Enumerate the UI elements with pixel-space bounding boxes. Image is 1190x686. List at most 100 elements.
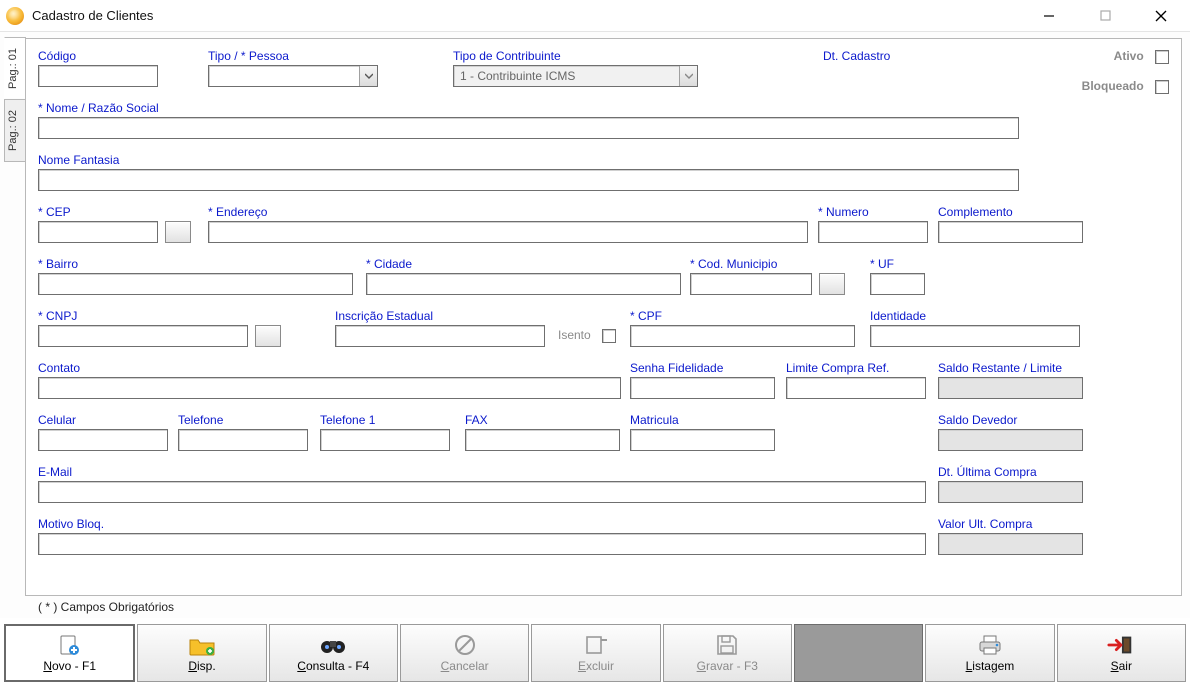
nome-fantasia-field[interactable] bbox=[38, 169, 1019, 191]
chevron-down-icon bbox=[679, 66, 697, 86]
required-fields-note: ( * ) Campos Obrigatórios bbox=[38, 600, 174, 614]
toolbar-spacer bbox=[794, 624, 923, 682]
form-panel: Código Tipo / * Pessoa Tipo de Contribui… bbox=[25, 38, 1182, 596]
cep-lookup-button[interactable] bbox=[165, 221, 191, 243]
isento-checkbox[interactable] bbox=[602, 329, 616, 343]
delete-icon bbox=[582, 633, 610, 657]
cidade-field[interactable] bbox=[366, 273, 681, 295]
tab-page-01[interactable]: Pag.: 01 bbox=[4, 37, 26, 100]
endereco-field[interactable] bbox=[208, 221, 808, 243]
isento-label: Isento bbox=[558, 328, 591, 342]
listagem-button[interactable]: Listagem Listagem bbox=[925, 624, 1054, 682]
codigo-label: Código bbox=[38, 49, 178, 63]
limite-compra-ref-field[interactable] bbox=[786, 377, 926, 399]
main-area: Pag.: 01 Pag.: 02 Código Tipo / * Pessoa… bbox=[0, 32, 1190, 618]
telefone-label: Telefone bbox=[178, 413, 308, 427]
cpf-field[interactable] bbox=[630, 325, 855, 347]
saldo-restante-display bbox=[938, 377, 1083, 399]
tipo-pessoa-combo[interactable] bbox=[208, 65, 378, 87]
cod-municipio-field[interactable] bbox=[690, 273, 812, 295]
telefone1-field[interactable] bbox=[320, 429, 450, 451]
gravar-button[interactable]: Gravar - F3 Gravar - F3 bbox=[663, 624, 792, 682]
cnpj-label: * CNPJ bbox=[38, 309, 281, 323]
contato-field[interactable] bbox=[38, 377, 621, 399]
folder-icon bbox=[188, 633, 216, 657]
matricula-label: Matricula bbox=[630, 413, 775, 427]
cancelar-button[interactable]: Cancelar Cancelar bbox=[400, 624, 529, 682]
tipo-contribuinte-combo[interactable]: 1 - Contribuinte ICMS bbox=[453, 65, 698, 87]
chevron-down-icon bbox=[359, 66, 377, 86]
new-icon bbox=[56, 633, 84, 657]
titlebar: Cadastro de Clientes bbox=[0, 0, 1190, 32]
motivo-bloq-label: Motivo Bloq. bbox=[38, 517, 926, 531]
excluir-button[interactable]: Excluir Excluir bbox=[531, 624, 660, 682]
telefone1-label: Telefone 1 bbox=[320, 413, 450, 427]
close-button[interactable] bbox=[1138, 2, 1184, 30]
bloqueado-label: Bloqueado bbox=[1082, 79, 1144, 93]
numero-field[interactable] bbox=[818, 221, 928, 243]
cod-municipio-label: * Cod. Municipio bbox=[690, 257, 845, 271]
celular-label: Celular bbox=[38, 413, 168, 427]
matricula-field[interactable] bbox=[630, 429, 775, 451]
numero-label: * Numero bbox=[818, 205, 928, 219]
cnpj-lookup-button[interactable] bbox=[255, 325, 281, 347]
consulta-button[interactable]: Consulta - F4 Consulta - F4 bbox=[269, 624, 398, 682]
inscricao-estadual-field[interactable] bbox=[335, 325, 545, 347]
ativo-label: Ativo bbox=[1114, 49, 1144, 63]
ativo-checkbox[interactable] bbox=[1155, 50, 1169, 64]
complemento-label: Complemento bbox=[938, 205, 1083, 219]
maximize-button[interactable] bbox=[1082, 2, 1128, 30]
complemento-field[interactable] bbox=[938, 221, 1083, 243]
saldo-devedor-label: Saldo Devedor bbox=[938, 413, 1083, 427]
fax-field[interactable] bbox=[465, 429, 620, 451]
dt-ultima-compra-label: Dt. Última Compra bbox=[938, 465, 1083, 479]
minimize-button[interactable] bbox=[1026, 2, 1072, 30]
senha-fidelidade-label: Senha Fidelidade bbox=[630, 361, 775, 375]
toolbar: NNovo - F1ovo - F1 Disp. Disp. Consulta … bbox=[4, 624, 1186, 682]
nome-razao-label: * Nome / Razão Social bbox=[38, 101, 1019, 115]
disp-button[interactable]: Disp. Disp. bbox=[137, 624, 266, 682]
cod-municipio-lookup-button[interactable] bbox=[819, 273, 845, 295]
cpf-label: * CPF bbox=[630, 309, 855, 323]
sair-button[interactable]: Sair Sair bbox=[1057, 624, 1186, 682]
telefone-field[interactable] bbox=[178, 429, 308, 451]
identidade-label: Identidade bbox=[870, 309, 1080, 323]
celular-field[interactable] bbox=[38, 429, 168, 451]
app-icon bbox=[6, 7, 24, 25]
cancel-icon bbox=[451, 633, 479, 657]
valor-ult-compra-display bbox=[938, 533, 1083, 555]
fax-label: FAX bbox=[465, 413, 620, 427]
saldo-devedor-display bbox=[938, 429, 1083, 451]
codigo-field[interactable] bbox=[38, 65, 158, 87]
bairro-field[interactable] bbox=[38, 273, 353, 295]
save-icon bbox=[713, 633, 741, 657]
window-title: Cadastro de Clientes bbox=[32, 8, 153, 23]
saldo-restante-label: Saldo Restante / Limite bbox=[938, 361, 1083, 375]
inscricao-estadual-label: Inscrição Estadual bbox=[335, 309, 545, 323]
motivo-bloq-field[interactable] bbox=[38, 533, 926, 555]
tipo-contribuinte-value: 1 - Contribuinte ICMS bbox=[460, 69, 575, 83]
cnpj-field[interactable] bbox=[38, 325, 248, 347]
novo-button[interactable]: NNovo - F1ovo - F1 bbox=[4, 624, 135, 682]
uf-field[interactable] bbox=[870, 273, 925, 295]
cep-field[interactable] bbox=[38, 221, 158, 243]
printer-icon bbox=[976, 633, 1004, 657]
cidade-label: * Cidade bbox=[366, 257, 681, 271]
senha-fidelidade-field[interactable] bbox=[630, 377, 775, 399]
valor-ult-compra-label: Valor Ult. Compra bbox=[938, 517, 1083, 531]
identidade-field[interactable] bbox=[870, 325, 1080, 347]
bairro-label: * Bairro bbox=[38, 257, 353, 271]
email-field[interactable] bbox=[38, 481, 926, 503]
tab-page-02[interactable]: Pag.: 02 bbox=[4, 99, 26, 162]
nome-razao-field[interactable] bbox=[38, 117, 1019, 139]
email-label: E-Mail bbox=[38, 465, 926, 479]
tipo-pessoa-label: Tipo / * Pessoa bbox=[208, 49, 408, 63]
binoculars-icon bbox=[319, 633, 347, 657]
endereco-label: * Endereço bbox=[208, 205, 813, 219]
nome-fantasia-label: Nome Fantasia bbox=[38, 153, 1019, 167]
dt-ultima-compra-display bbox=[938, 481, 1083, 503]
uf-label: * UF bbox=[870, 257, 925, 271]
exit-icon bbox=[1107, 633, 1135, 657]
limite-compra-ref-label: Limite Compra Ref. bbox=[786, 361, 926, 375]
bloqueado-checkbox[interactable] bbox=[1155, 80, 1169, 94]
